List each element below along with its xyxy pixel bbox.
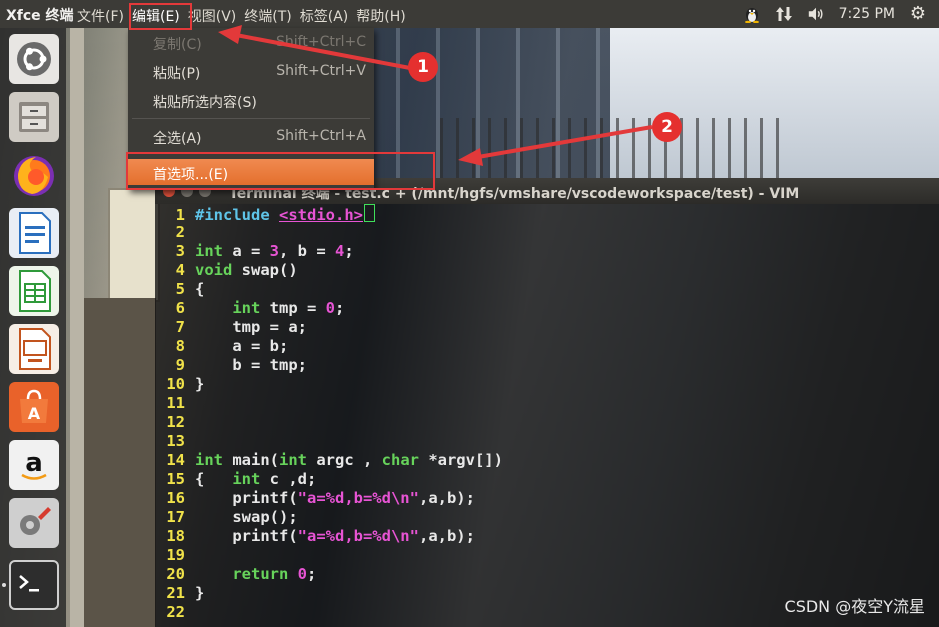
arrow-1 [235, 33, 411, 70]
annotation-badge-2: 2 [652, 112, 682, 142]
arrow-1-head [218, 25, 242, 44]
arrow-2-head [458, 148, 483, 166]
annotation-badge-1: 1 [408, 52, 438, 82]
watermark: CSDN @夜空Y流星 [784, 597, 925, 616]
annotation-arrows [218, 25, 653, 166]
arrow-2 [477, 125, 653, 159]
